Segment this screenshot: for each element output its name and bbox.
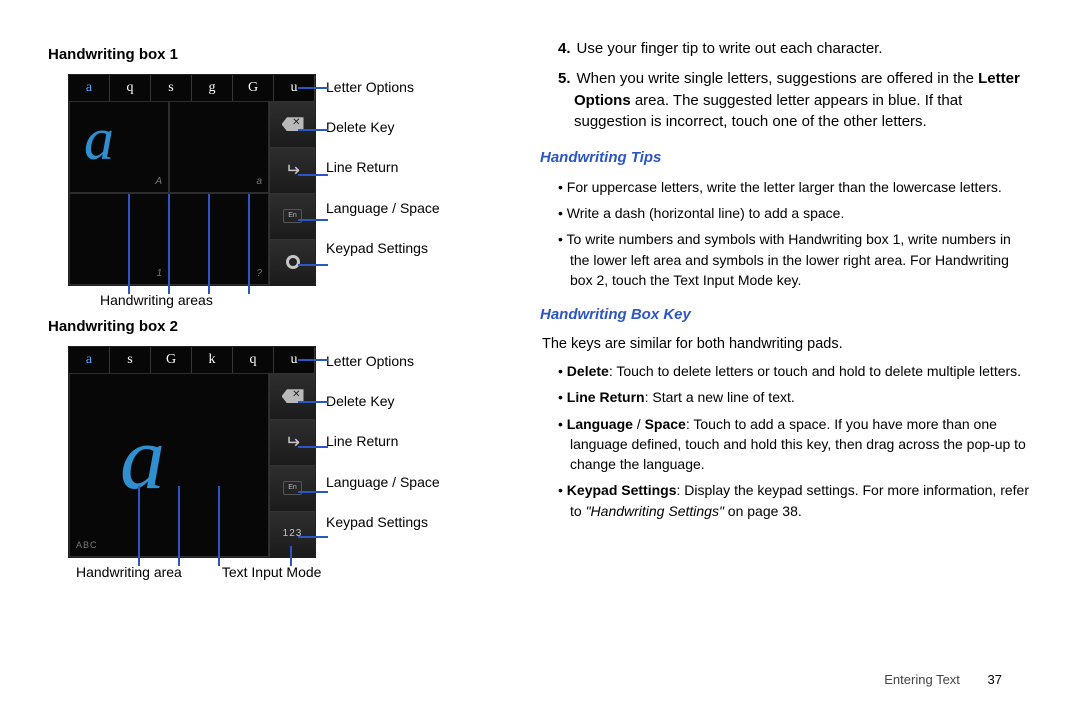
footer-page-number: 37 [988, 672, 1002, 687]
quadrant-lower: a [169, 101, 269, 193]
letter-option: s [110, 347, 151, 373]
handwriting-quadrants: A a a 1 ? [69, 101, 269, 285]
return-icon: ↵ [285, 429, 300, 455]
letter-option: G [233, 75, 274, 101]
quadrant-symbols: ? [169, 193, 269, 285]
handwriting-single-area: ABC a [69, 373, 269, 557]
letter-option: u [274, 75, 315, 101]
letter-option: k [192, 347, 233, 373]
letter-option: q [110, 75, 151, 101]
language-icon: En [283, 481, 302, 495]
footer-section: Entering Text [884, 672, 960, 687]
label-keypad-settings: Keypad Settings [326, 238, 440, 258]
label-handwriting-areas: Handwriting areas [100, 290, 518, 310]
box1-title: Handwriting box 1 [48, 44, 518, 66]
boxkey-intro: The keys are similar for both handwritin… [542, 334, 1032, 355]
handwriting-box-2: a s G k q u ABC a ↵ En 123 [68, 346, 518, 558]
step-4: 4.Use your finger tip to write out each … [558, 38, 1032, 60]
keypad-settings-key[interactable] [269, 239, 315, 285]
box2-title: Handwriting box 2 [48, 316, 518, 338]
language-space-key[interactable]: En [269, 465, 315, 511]
gear-icon [286, 255, 300, 269]
label-line-return: Line Return [326, 157, 440, 177]
letter-option: u [274, 347, 315, 373]
handwriting-box-key-heading: Handwriting Box Key [540, 304, 1032, 326]
handwriting-stroke: a [120, 394, 165, 525]
step-5: 5.When you write single letters, suggest… [558, 68, 1032, 133]
label-handwriting-area: Handwriting area [76, 562, 182, 582]
page-footer: Entering Text 37 [884, 671, 1002, 690]
key-desc-line-return: Line Return: Start a new line of text. [558, 387, 1032, 407]
line-return-key[interactable]: ↵ [269, 419, 315, 465]
key-desc-delete: Delete: Touch to delete letters or touch… [558, 361, 1032, 381]
language-icon: En [283, 209, 302, 223]
label-delete: Delete Key [326, 117, 440, 137]
tip-item: Write a dash (horizontal line) to add a … [558, 203, 1032, 223]
letter-options-strip-1: a q s g G u [69, 75, 315, 102]
letter-options-strip-2: a s G k q u [69, 347, 315, 374]
letter-option: g [192, 75, 233, 101]
label-keypad-settings: Keypad Settings [326, 512, 440, 532]
letter-option: a [69, 75, 110, 101]
quadrant-numbers: 1 [69, 193, 169, 285]
delete-icon [282, 117, 304, 131]
line-return-key[interactable]: ↵ [269, 147, 315, 193]
tip-item: For uppercase letters, write the letter … [558, 177, 1032, 197]
key-desc-keypad-settings: Keypad Settings: Display the keypad sett… [558, 480, 1032, 521]
label-line-return: Line Return [326, 431, 440, 451]
letter-option: q [233, 347, 274, 373]
letter-option: s [151, 75, 192, 101]
letter-option: a [69, 347, 110, 373]
text-input-mode-key[interactable]: 123 [269, 511, 315, 557]
language-space-key[interactable]: En [269, 193, 315, 239]
label-delete: Delete Key [326, 391, 440, 411]
label-language-space: Language / Space [326, 472, 440, 492]
delete-key[interactable] [269, 373, 315, 419]
tip-item: To write numbers and symbols with Handwr… [558, 229, 1032, 290]
handwriting-box-1: a q s g G u A a a 1 [68, 74, 518, 286]
handwriting-tips-heading: Handwriting Tips [540, 147, 1032, 169]
key-desc-language-space: Language / Space: Touch to add a space. … [558, 414, 1032, 475]
delete-icon [282, 389, 304, 403]
return-icon: ↵ [285, 157, 300, 183]
handwriting-stroke: a [84, 96, 114, 183]
label-letter-options: Letter Options [326, 77, 440, 97]
mode-123-icon: 123 [283, 527, 303, 542]
quadrant-upper: A a [69, 101, 169, 193]
label-language-space: Language / Space [326, 198, 440, 218]
label-letter-options: Letter Options [326, 351, 440, 371]
label-text-input-mode: Text Input Mode [222, 562, 322, 582]
letter-option: G [151, 347, 192, 373]
delete-key[interactable] [269, 101, 315, 147]
